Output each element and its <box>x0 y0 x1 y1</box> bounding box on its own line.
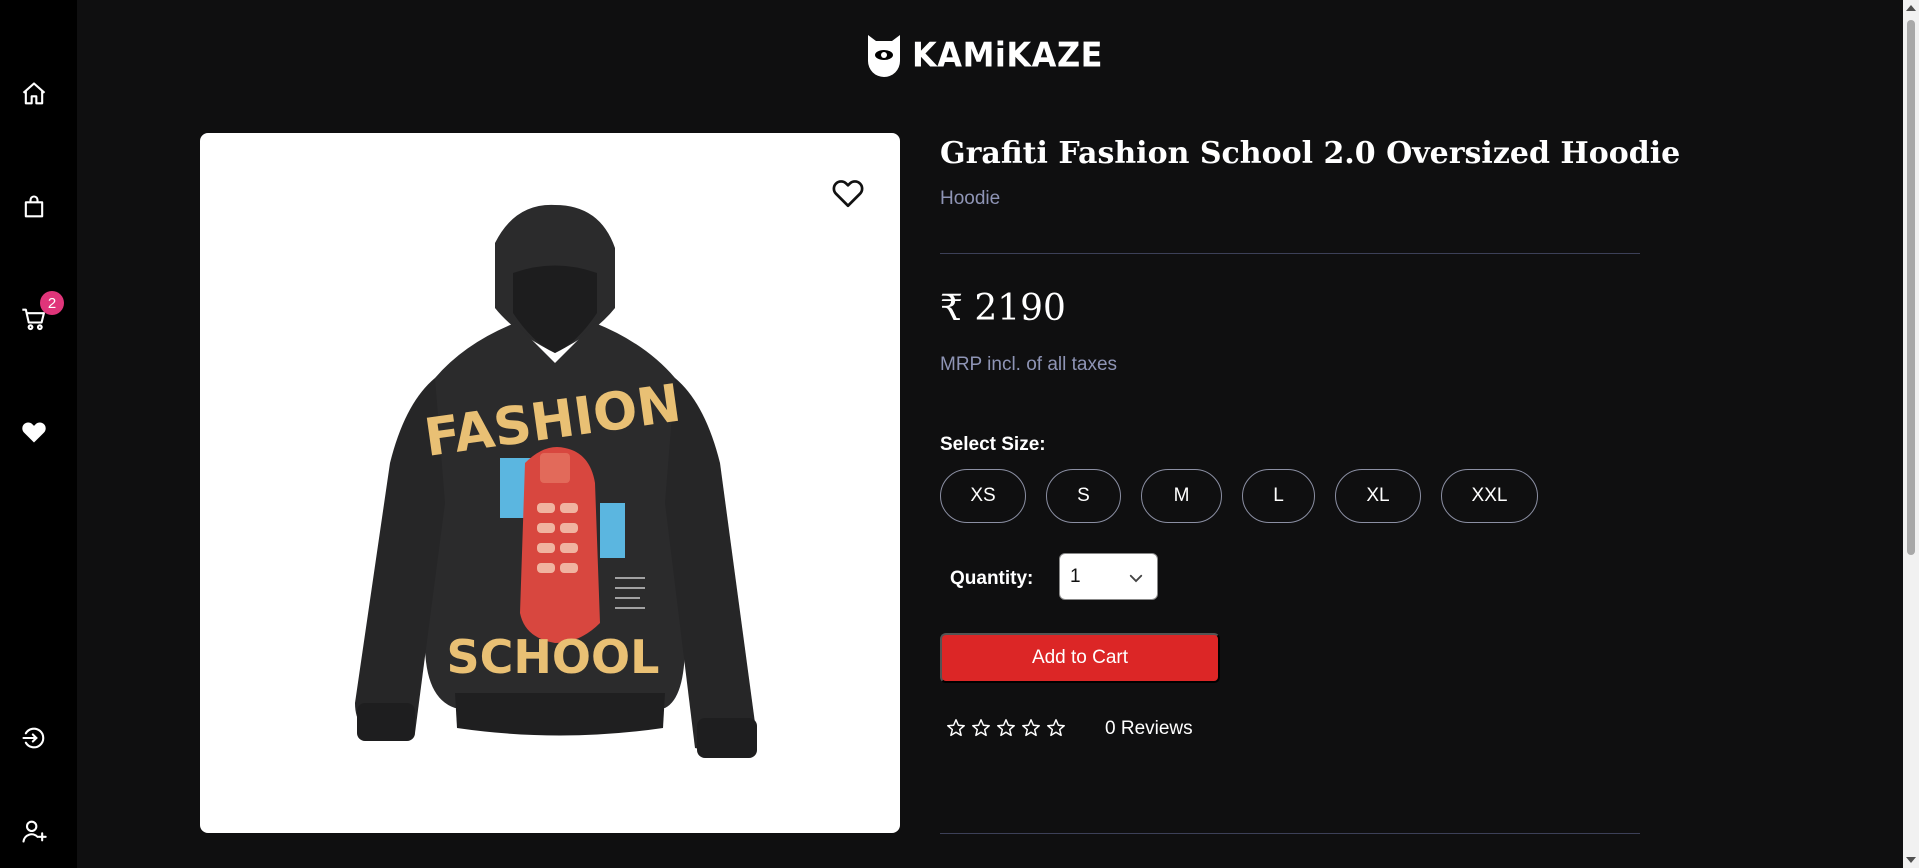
size-option-m[interactable]: M <box>1141 469 1222 523</box>
star-outline-icon[interactable] <box>1020 717 1042 739</box>
mrp-note: MRP incl. of all taxes <box>940 354 1118 375</box>
wishlist-button[interactable] <box>18 416 50 448</box>
signup-button[interactable] <box>18 815 50 847</box>
shop-button[interactable] <box>18 191 50 223</box>
cart-count-badge: 2 <box>40 291 64 315</box>
home-icon <box>22 82 46 105</box>
brand-name: KAMiKAZE <box>912 35 1103 75</box>
size-label: Select Size: <box>940 434 1046 455</box>
kamikaze-logo-icon <box>868 35 900 77</box>
rating-stars[interactable] <box>945 717 1067 739</box>
quantity-label: Quantity: <box>950 568 1034 589</box>
reviews-count[interactable]: 0 Reviews <box>1105 718 1193 740</box>
shopping-bag-icon <box>24 195 44 218</box>
product-image-card: FASHION SCHOOL <box>200 133 900 833</box>
add-to-cart-button[interactable]: Add to Cart <box>940 633 1220 683</box>
heart-outline-icon <box>832 180 864 208</box>
home-button[interactable] <box>18 78 50 110</box>
scroll-up-arrow[interactable] <box>1906 5 1916 11</box>
star-outline-icon[interactable] <box>995 717 1017 739</box>
chevron-down-icon <box>1129 574 1143 583</box>
sidebar: 2 <box>0 0 77 868</box>
divider <box>940 833 1640 834</box>
size-option-xs[interactable]: XS <box>940 469 1026 523</box>
cart-button[interactable]: 2 <box>18 291 64 335</box>
size-option-xl[interactable]: XL <box>1335 469 1421 523</box>
add-to-wishlist-button[interactable] <box>830 175 866 211</box>
print-bottom-text: SCHOOL <box>447 630 660 684</box>
scroll-thumb[interactable] <box>1907 20 1915 555</box>
size-option-s[interactable]: S <box>1046 469 1121 523</box>
quantity-select[interactable]: 1 <box>1059 553 1158 600</box>
size-option-xxl[interactable]: XXL <box>1441 469 1538 523</box>
login-button[interactable] <box>18 722 50 754</box>
add-user-icon <box>22 820 47 843</box>
product-image: FASHION SCHOOL <box>355 204 757 758</box>
star-outline-icon[interactable] <box>970 717 992 739</box>
page-scrollbar[interactable] <box>1903 0 1919 868</box>
star-outline-icon[interactable] <box>1045 717 1067 739</box>
size-option-l[interactable]: L <box>1242 469 1315 523</box>
size-options: XS S M L XL XXL <box>940 469 1538 523</box>
product-category: Hoodie <box>940 188 1001 209</box>
heart-icon <box>22 422 46 443</box>
brand-logo[interactable]: KAMiKAZE <box>864 30 1103 80</box>
product-price: ₹ 2190 <box>940 288 1066 329</box>
login-icon <box>22 727 45 749</box>
star-outline-icon[interactable] <box>945 717 967 739</box>
divider <box>940 253 1640 254</box>
quantity-value: 1 <box>1070 565 1081 587</box>
scroll-down-arrow[interactable] <box>1906 857 1916 863</box>
product-title: Grafiti Fashion School 2.0 Oversized Hoo… <box>940 136 1681 171</box>
